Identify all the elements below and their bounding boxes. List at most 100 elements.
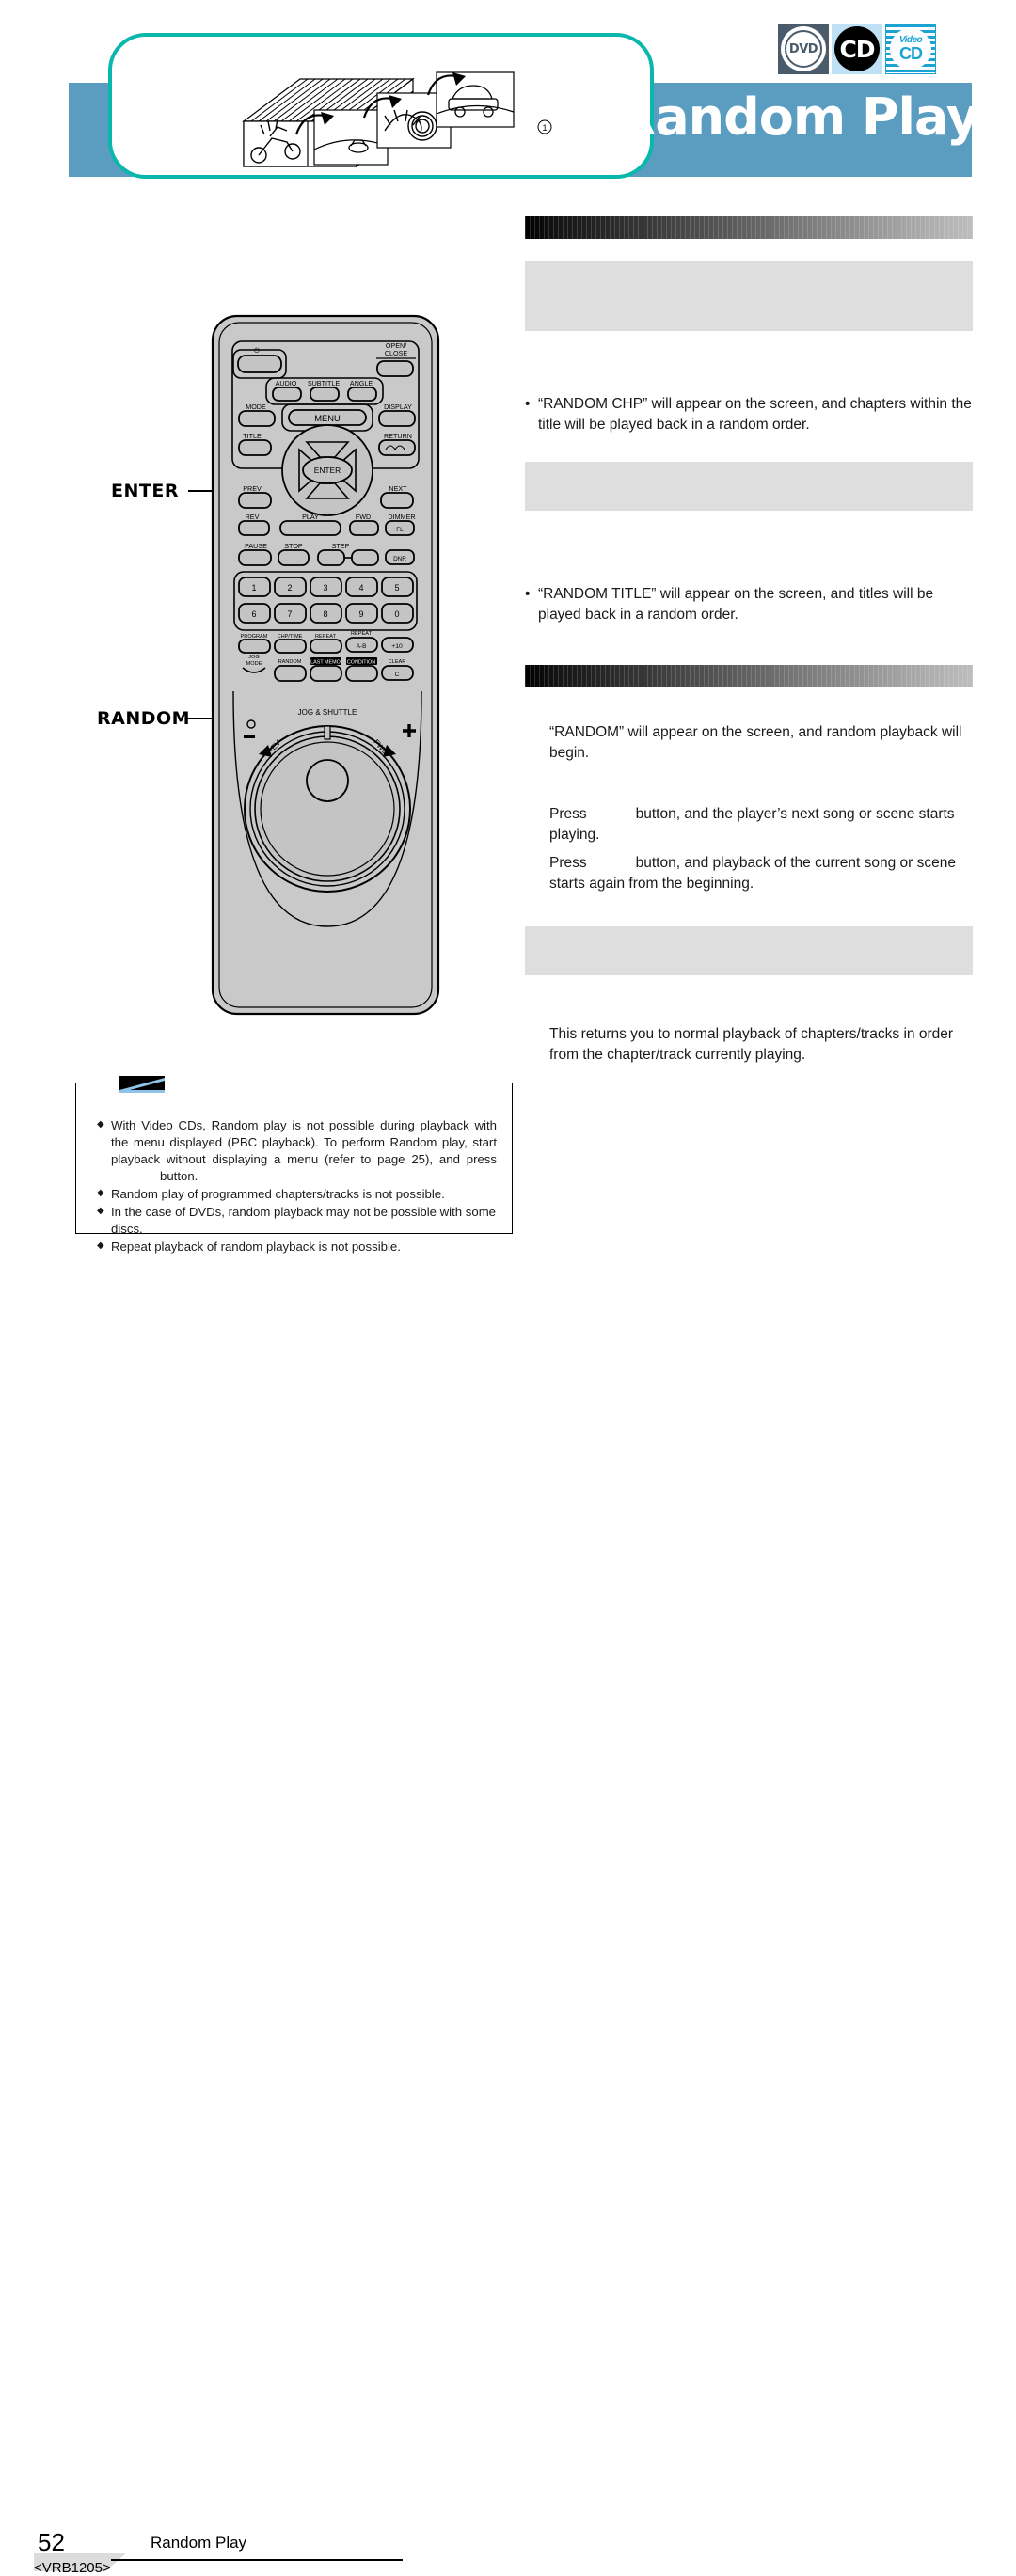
note-item-4: Repeat playback of random playback is no… [97,1239,497,1256]
remote-illustration: .body{fill:#c9c9c9;stroke:#000;stroke-wi… [211,314,440,1016]
power-button [237,355,282,373]
section-3: “RANDOM” will appear on the screen, and … [525,665,973,894]
header-illustration-pill: 1 [108,33,654,179]
svg-text:REPEAT: REPEAT [315,634,337,640]
svg-text:REV: REV [246,513,260,521]
footer-document-code: <VRB1205> [34,2560,111,2576]
cd-logo-disc: CD [834,26,880,71]
angle-button [347,387,377,402]
pause-button [238,549,272,566]
repeat-button [310,639,342,654]
svg-text:AUDIO: AUDIO [276,379,297,387]
chp-time-button [274,639,307,654]
svg-text:JOG & SHUTTLE: JOG & SHUTTLE [298,708,357,717]
svg-text:RETURN: RETURN [384,432,412,440]
play-button [279,520,341,536]
cd-logo: CD [832,24,882,74]
svg-text:STEP: STEP [332,542,350,550]
open-close-button [376,360,414,377]
page-title: Random Play [616,87,979,147]
svg-text:3: 3 [323,583,327,593]
svg-text:NEXT: NEXT [389,484,407,493]
mode-button [238,410,276,427]
instructions-column: “RANDOM CHP” will appear on the screen, … [525,216,973,1066]
note-item-3: In the case of DVDs, random playback may… [97,1204,497,1238]
note-callout-box: With Video CDs, Random play is not possi… [75,1076,513,1254]
svg-text:ENTER: ENTER [314,466,341,475]
section-1: “RANDOM CHP” will appear on the screen, … [525,216,973,435]
section-2: “RANDOM TITLE” will appear on the screen… [525,462,973,625]
note-item-1-tail: button. [160,1168,198,1183]
section-4-redacted-block [525,926,973,975]
svg-text:DNR: DNR [393,556,406,562]
svg-text:SUBTITLE: SUBTITLE [308,379,341,387]
illustration-callout-number: 1 [537,119,552,134]
svg-text:PLAY: PLAY [302,513,319,521]
stop-button [278,549,310,566]
svg-text:TITLE: TITLE [243,432,262,440]
shuffled-discs-illustration: 1 [242,71,552,168]
section-3-paragraph: “RANDOM” will appear on the screen, and … [549,724,962,761]
dvd-logo-label: DVD [785,30,822,68]
step-back-button [317,549,345,566]
note-wedge-icon [119,1076,165,1093]
cd-logo-label: CD [839,35,875,63]
svg-text:C: C [395,672,400,678]
svg-text:DIMMER: DIMMER [388,513,415,521]
section-3-heading-bar [525,665,973,687]
note-item-2: Random play of programmed chapters/track… [97,1186,497,1203]
svg-text:+10: +10 [391,643,403,650]
svg-text:A-B: A-B [357,643,367,650]
footer-section-title: Random Play [151,2534,247,2552]
svg-text:CHP/TIME: CHP/TIME [278,634,303,640]
svg-text:REPEAT: REPEAT [351,631,373,637]
section-2-redacted-block [525,462,973,511]
dvd-logo: DVD [778,24,829,74]
rev-button [238,520,270,536]
svg-text:0: 0 [394,609,399,619]
svg-text:5: 5 [394,583,399,593]
step-fwd-button [351,549,379,566]
callout-label-random: RANDOM [97,708,191,729]
random-button [274,665,307,682]
svg-text:6: 6 [251,609,256,619]
subtitle-button [310,387,340,402]
svg-text:ANGLE: ANGLE [350,379,373,387]
svg-text:MENU: MENU [314,413,341,423]
section-4: This returns you to normal playback of c… [525,926,973,1066]
svg-text:PAUSE: PAUSE [245,542,267,550]
svg-text:DISPLAY: DISPLAY [384,403,412,411]
video-cd-logo: Video CD [885,24,936,74]
note-item-1: With Video CDs, Random play is not possi… [97,1117,497,1185]
section-1-redacted-block [525,261,973,331]
press-word-1: Press [549,806,587,822]
press-tail-1: button, and the player’s next song or sc… [549,806,955,843]
svg-text:MODE: MODE [246,661,262,667]
section-2-bullet: “RANDOM TITLE” will appear on the screen… [525,584,973,625]
program-button [238,639,271,654]
title-button [238,439,272,456]
dvd-logo-disc: DVD [781,26,826,71]
svg-text:4: 4 [358,583,363,593]
direction-pad: ENTER [281,424,373,516]
section-1-bullet: “RANDOM CHP” will appear on the screen, … [525,394,973,435]
svg-text:FL: FL [396,527,404,533]
page-footer: 52 Random Play <VRB1205> [0,1260,1016,2576]
svg-text:7: 7 [287,609,292,619]
footer-page-number: 52 [38,2528,65,2556]
dvd-remote-control: .body{fill:#c9c9c9;stroke:#000;stroke-wi… [207,310,461,1025]
svg-text:RANDOM: RANDOM [278,659,302,665]
minus-icon [244,735,255,738]
note-items: With Video CDs, Random play is not possi… [97,1117,497,1256]
section-3-press-line-2: Press button, and playback of the current… [525,853,973,894]
display-button [378,410,416,427]
disc-format-logos: DVD CD Video CD [778,24,936,74]
audio-button [272,387,302,402]
press-tail-2: button, and playback of the current song… [549,855,956,892]
svg-text:CLOSE: CLOSE [385,349,408,357]
last-memo-button [310,665,342,682]
svg-text:PROGRAM: PROGRAM [241,634,268,640]
page-header: DVD CD Video CD 1 Random Play [0,0,1016,202]
video-cd-logo-label-bottom: CD [899,44,923,63]
svg-text:1: 1 [542,123,547,133]
